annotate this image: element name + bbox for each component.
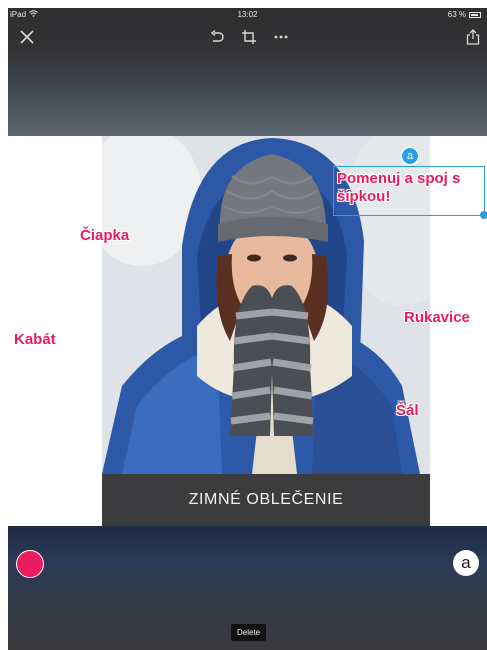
top-toolbar-area: iPad 13:02 63 % xyxy=(8,8,487,136)
label-rukavice[interactable]: Rukavice xyxy=(404,309,470,326)
delete-button[interactable]: Delete xyxy=(231,624,267,641)
status-right: 63 % xyxy=(448,10,481,19)
crop-icon[interactable] xyxy=(238,26,260,48)
label-ciapka[interactable]: Čiapka xyxy=(80,227,129,244)
status-bar: iPad 13:02 63 % xyxy=(8,8,487,22)
editor-toolbar xyxy=(8,22,487,52)
label-kabat[interactable]: Kabát xyxy=(14,331,56,348)
screen: iPad 13:02 63 % ZIMNÉ OBLEČENIE a Pomenu… xyxy=(8,8,487,650)
color-swatch[interactable] xyxy=(16,550,44,578)
label-sal[interactable]: Šál xyxy=(396,402,419,419)
text-tool-button[interactable]: a xyxy=(453,550,479,576)
editing-canvas[interactable]: ZIMNÉ OBLEČENIE a Pomenuj a spoj s šípko… xyxy=(8,136,487,526)
undo-icon[interactable] xyxy=(206,26,228,48)
bottom-toolbar: a Delete xyxy=(8,526,487,650)
photo-caption[interactable]: ZIMNÉ OBLEČENIE xyxy=(102,474,430,526)
battery-percent: 63 % xyxy=(447,10,466,19)
close-icon[interactable] xyxy=(16,26,38,48)
battery-icon xyxy=(469,11,481,18)
more-icon[interactable] xyxy=(270,26,292,48)
resize-handle[interactable] xyxy=(480,211,487,219)
status-time: 13:02 xyxy=(237,10,258,19)
text-badge-icon[interactable]: a xyxy=(401,147,419,165)
label-title[interactable]: Pomenuj a spoj s šípkou! xyxy=(337,170,487,206)
share-icon[interactable] xyxy=(462,26,484,48)
